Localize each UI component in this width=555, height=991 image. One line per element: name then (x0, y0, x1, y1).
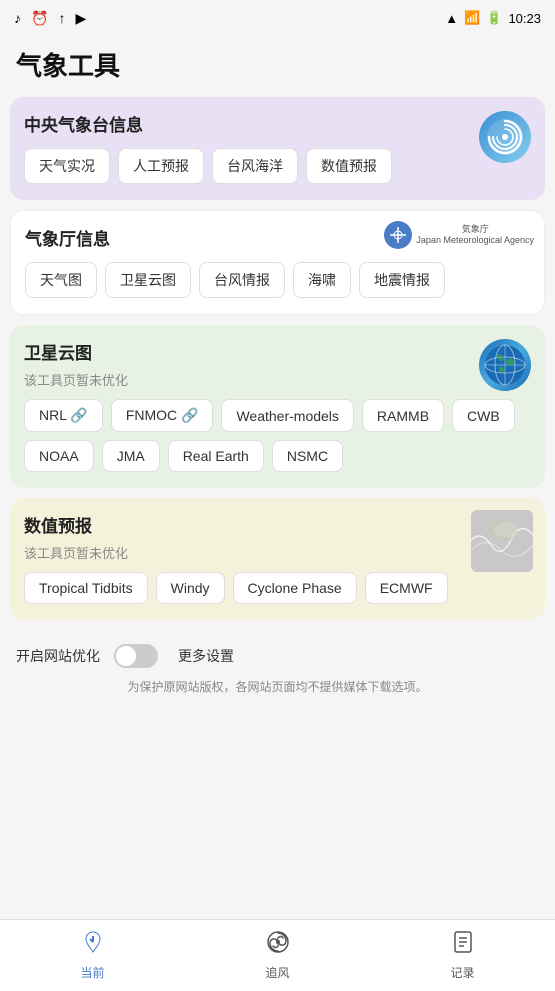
satellite-section: 卫星云图 该工具页暂未优化 NRL 🔗 FNMOC 🔗 Weather-mode… (10, 325, 545, 488)
tag-tropical-tidbits[interactable]: Tropical Tidbits (24, 572, 148, 604)
tag-tsunami[interactable]: 海啸 (293, 262, 351, 298)
satellite-subtitle: 该工具页暂未优化 (24, 370, 531, 389)
bottom-notice: 为保护原网站版权，各网站页面均不提供媒体下载选项。 (0, 674, 555, 711)
wifi-icon: ▲ (445, 11, 458, 26)
tag-nrl[interactable]: NRL 🔗 (24, 399, 103, 432)
central-met-title: 中央气象台信息 (24, 111, 531, 136)
record-icon (451, 930, 475, 960)
time-display: 10:23 (508, 11, 541, 26)
tag-nsmc[interactable]: NSMC (272, 440, 343, 472)
optimization-toggle[interactable] (114, 644, 158, 668)
satellite-tags: NRL 🔗 FNMOC 🔗 Weather-models RAMMB CWB N… (24, 399, 531, 472)
tag-windy[interactable]: Windy (156, 572, 225, 604)
toggle-label: 开启网站优化 (16, 646, 100, 666)
bottom-controls: 开启网站优化 更多设置 (0, 630, 555, 674)
typhoon-nav-icon (266, 930, 290, 960)
status-right: ▲ 📶 🔋 10:23 (445, 10, 541, 26)
nav-typhoon[interactable]: 追风 (185, 922, 370, 989)
tag-weather-map[interactable]: 天气图 (25, 262, 97, 298)
tag-numerical-forecast[interactable]: 数值预报 (306, 148, 392, 184)
satellite-title: 卫星云图 (24, 339, 531, 364)
tag-cwb[interactable]: CWB (452, 399, 515, 432)
content-spacer (0, 711, 555, 791)
central-met-tags: 天气实况 人工预报 台风海洋 数值预报 (24, 148, 531, 184)
jma-section: 気象庁Japan Meteorological Agency 气象厅信息 天气图… (10, 210, 545, 315)
central-met-section: 中央气象台信息 天气实况 人工预报 台风海洋 数值预报 (10, 97, 545, 200)
battery-icon: 🔋 (486, 10, 502, 26)
status-left-icons: ♪ ⏰ ↑ ▶ (14, 10, 86, 27)
clock-icon: ⏰ (31, 10, 48, 27)
tag-weather-models[interactable]: Weather-models (221, 399, 353, 432)
status-bar: ♪ ⏰ ↑ ▶ ▲ 📶 🔋 10:23 (0, 0, 555, 36)
tag-noaa[interactable]: NOAA (24, 440, 94, 472)
tag-ecmwf[interactable]: ECMWF (365, 572, 448, 604)
tag-satellite-cloud[interactable]: 卫星云图 (105, 262, 191, 298)
current-icon (81, 930, 105, 960)
page-title: 气象工具 (0, 36, 555, 97)
more-settings-label[interactable]: 更多设置 (178, 646, 234, 666)
tag-weather-status[interactable]: 天气实况 (24, 148, 110, 184)
numerical-subtitle: 该工具页暂未优化 (24, 543, 531, 562)
numerical-title: 数值预报 (24, 512, 531, 537)
globe-icon (479, 339, 531, 391)
nav-record-label: 记录 (450, 964, 474, 981)
nav-typhoon-label: 追风 (265, 964, 289, 981)
jma-logo: 気象庁Japan Meteorological Agency (384, 221, 534, 249)
tag-typhoon-ocean[interactable]: 台风海洋 (212, 148, 298, 184)
tag-typhoon-info[interactable]: 台风情报 (199, 262, 285, 298)
tag-earthquake[interactable]: 地震情报 (359, 262, 445, 298)
nav-current-label: 当前 (80, 964, 104, 981)
play-icon: ▶ (75, 10, 86, 27)
signal-icon: 📶 (464, 10, 480, 26)
music-icon: ♪ (14, 10, 21, 26)
tag-jma[interactable]: JMA (102, 440, 160, 472)
central-met-logo (479, 111, 531, 163)
jma-logo-icon (384, 221, 412, 249)
nav-current[interactable]: 当前 (0, 922, 185, 989)
jma-text: 気象庁Japan Meteorological Agency (416, 224, 534, 246)
tag-rammb[interactable]: RAMMB (362, 399, 444, 432)
numerical-section: 数值预报 该工具页暂未优化 Tropical Tidbits Windy Cyc… (10, 498, 545, 620)
satellite-thumbnail (471, 510, 533, 572)
tag-cyclone-phase[interactable]: Cyclone Phase (233, 572, 357, 604)
tag-real-earth[interactable]: Real Earth (168, 440, 264, 472)
nav-record[interactable]: 记录 (370, 922, 555, 989)
tag-manual-forecast[interactable]: 人工预报 (118, 148, 204, 184)
bottom-nav: 当前 追风 记录 (0, 919, 555, 991)
tag-fnmoc[interactable]: FNMOC 🔗 (111, 399, 214, 432)
upload-icon: ↑ (58, 10, 65, 26)
numerical-tags: Tropical Tidbits Windy Cyclone Phase ECM… (24, 572, 531, 604)
jma-tags: 天气图 卫星云图 台风情报 海啸 地震情报 (25, 262, 530, 298)
